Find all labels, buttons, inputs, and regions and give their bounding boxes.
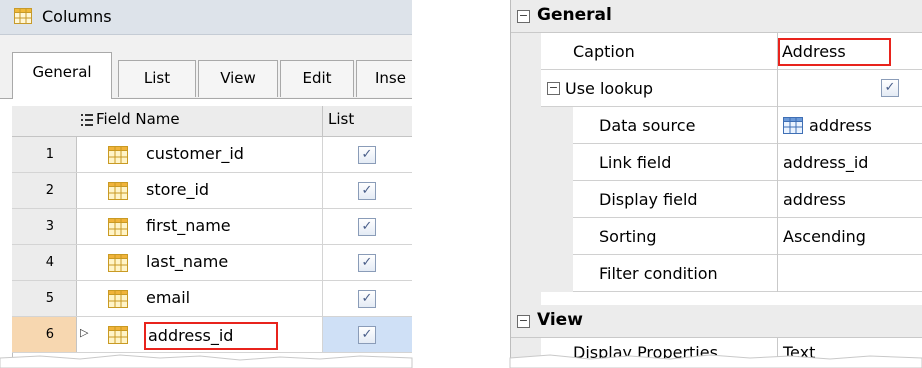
field-name[interactable]: first_name xyxy=(146,216,231,235)
header-list[interactable]: List xyxy=(328,110,354,128)
column-separator xyxy=(322,281,323,316)
row-number-label: 4 xyxy=(45,255,54,270)
prop-sorting-label: Sorting xyxy=(599,227,657,246)
list-checkbox[interactable]: ✓ xyxy=(358,146,376,164)
list-checkbox[interactable]: ✓ xyxy=(358,182,376,200)
row-number-label: 5 xyxy=(45,291,54,306)
tab-list[interactable]: List xyxy=(118,60,196,97)
prop-caption-label: Caption xyxy=(573,42,635,61)
category-general-label: General xyxy=(537,5,612,25)
list-checkbox[interactable]: ✓ xyxy=(358,218,376,236)
prop-filter-condition-label: Filter condition xyxy=(599,264,718,283)
column-separator xyxy=(322,209,323,244)
row-number[interactable]: 3 xyxy=(12,209,77,244)
indent-strip xyxy=(511,33,541,305)
field-icon xyxy=(108,326,128,344)
prop-data-source-label: Data source xyxy=(599,116,696,135)
prop-sorting-value[interactable]: Ascending xyxy=(783,227,866,246)
list-checkbox[interactable]: ✓ xyxy=(358,254,376,272)
header-separator xyxy=(322,106,323,136)
prop-display-field-label: Display field xyxy=(599,190,698,209)
column-separator xyxy=(322,317,323,352)
row-number[interactable]: 2 xyxy=(12,173,77,208)
properties-panel: − General Caption Address − Use lookup ✓… xyxy=(510,0,922,360)
row-number[interactable]: 4 xyxy=(12,245,77,280)
row-number[interactable]: 1 xyxy=(12,137,77,172)
prop-data-source-value[interactable]: address xyxy=(809,116,872,135)
column-separator xyxy=(322,245,323,280)
column-divider xyxy=(777,33,778,292)
prop-caption-value[interactable]: Address xyxy=(778,38,891,66)
column-separator xyxy=(322,137,323,172)
column-chooser-icon[interactable] xyxy=(81,113,93,127)
tab-general[interactable]: General xyxy=(12,52,112,99)
header-field-name[interactable]: Field Name xyxy=(96,110,180,128)
table-icon xyxy=(783,117,803,134)
row-number-label: 6 xyxy=(45,327,54,342)
row-number[interactable]: 6 xyxy=(12,317,77,352)
panel-title: Columns xyxy=(42,7,112,26)
field-icon xyxy=(108,146,128,164)
field-icon xyxy=(108,254,128,272)
list-checkbox[interactable]: ✓ xyxy=(358,326,376,344)
collapse-icon[interactable]: − xyxy=(517,10,530,23)
tab-view[interactable]: View xyxy=(198,60,278,97)
prop-use-lookup-label: Use lookup xyxy=(565,79,654,98)
field-name[interactable]: address_id xyxy=(144,322,278,350)
prop-display-field-value[interactable]: address xyxy=(783,190,846,209)
torn-edge xyxy=(0,354,922,368)
row-number-label: 3 xyxy=(45,219,54,234)
nested-indent-strip xyxy=(541,107,573,292)
column-separator xyxy=(322,173,323,208)
field-icon xyxy=(108,290,128,308)
field-name[interactable]: email xyxy=(146,288,190,307)
prop-link-field-label: Link field xyxy=(599,153,672,172)
row-number-label: 2 xyxy=(45,183,54,198)
collapse-icon[interactable]: − xyxy=(517,315,530,328)
field-name[interactable]: last_name xyxy=(146,252,228,271)
collapse-icon[interactable]: − xyxy=(547,82,560,95)
tab-edit[interactable]: Edit xyxy=(280,60,354,97)
row-number-label: 1 xyxy=(45,147,54,162)
prop-link-field-value[interactable]: address_id xyxy=(783,153,868,172)
field-icon xyxy=(108,182,128,200)
category-view-label: View xyxy=(537,310,583,330)
field-name[interactable]: store_id xyxy=(146,180,209,199)
current-row-arrow-icon: ▷ xyxy=(80,326,89,339)
use-lookup-checkbox[interactable]: ✓ xyxy=(881,79,899,97)
table-icon xyxy=(14,8,32,24)
tab-insert[interactable]: Inse xyxy=(356,60,412,97)
row-number[interactable]: 5 xyxy=(12,281,77,316)
list-checkbox[interactable]: ✓ xyxy=(358,290,376,308)
field-icon xyxy=(108,218,128,236)
field-name[interactable]: customer_id xyxy=(146,144,244,163)
columns-panel: Columns General List View Edit Inse Fiel… xyxy=(0,0,412,360)
